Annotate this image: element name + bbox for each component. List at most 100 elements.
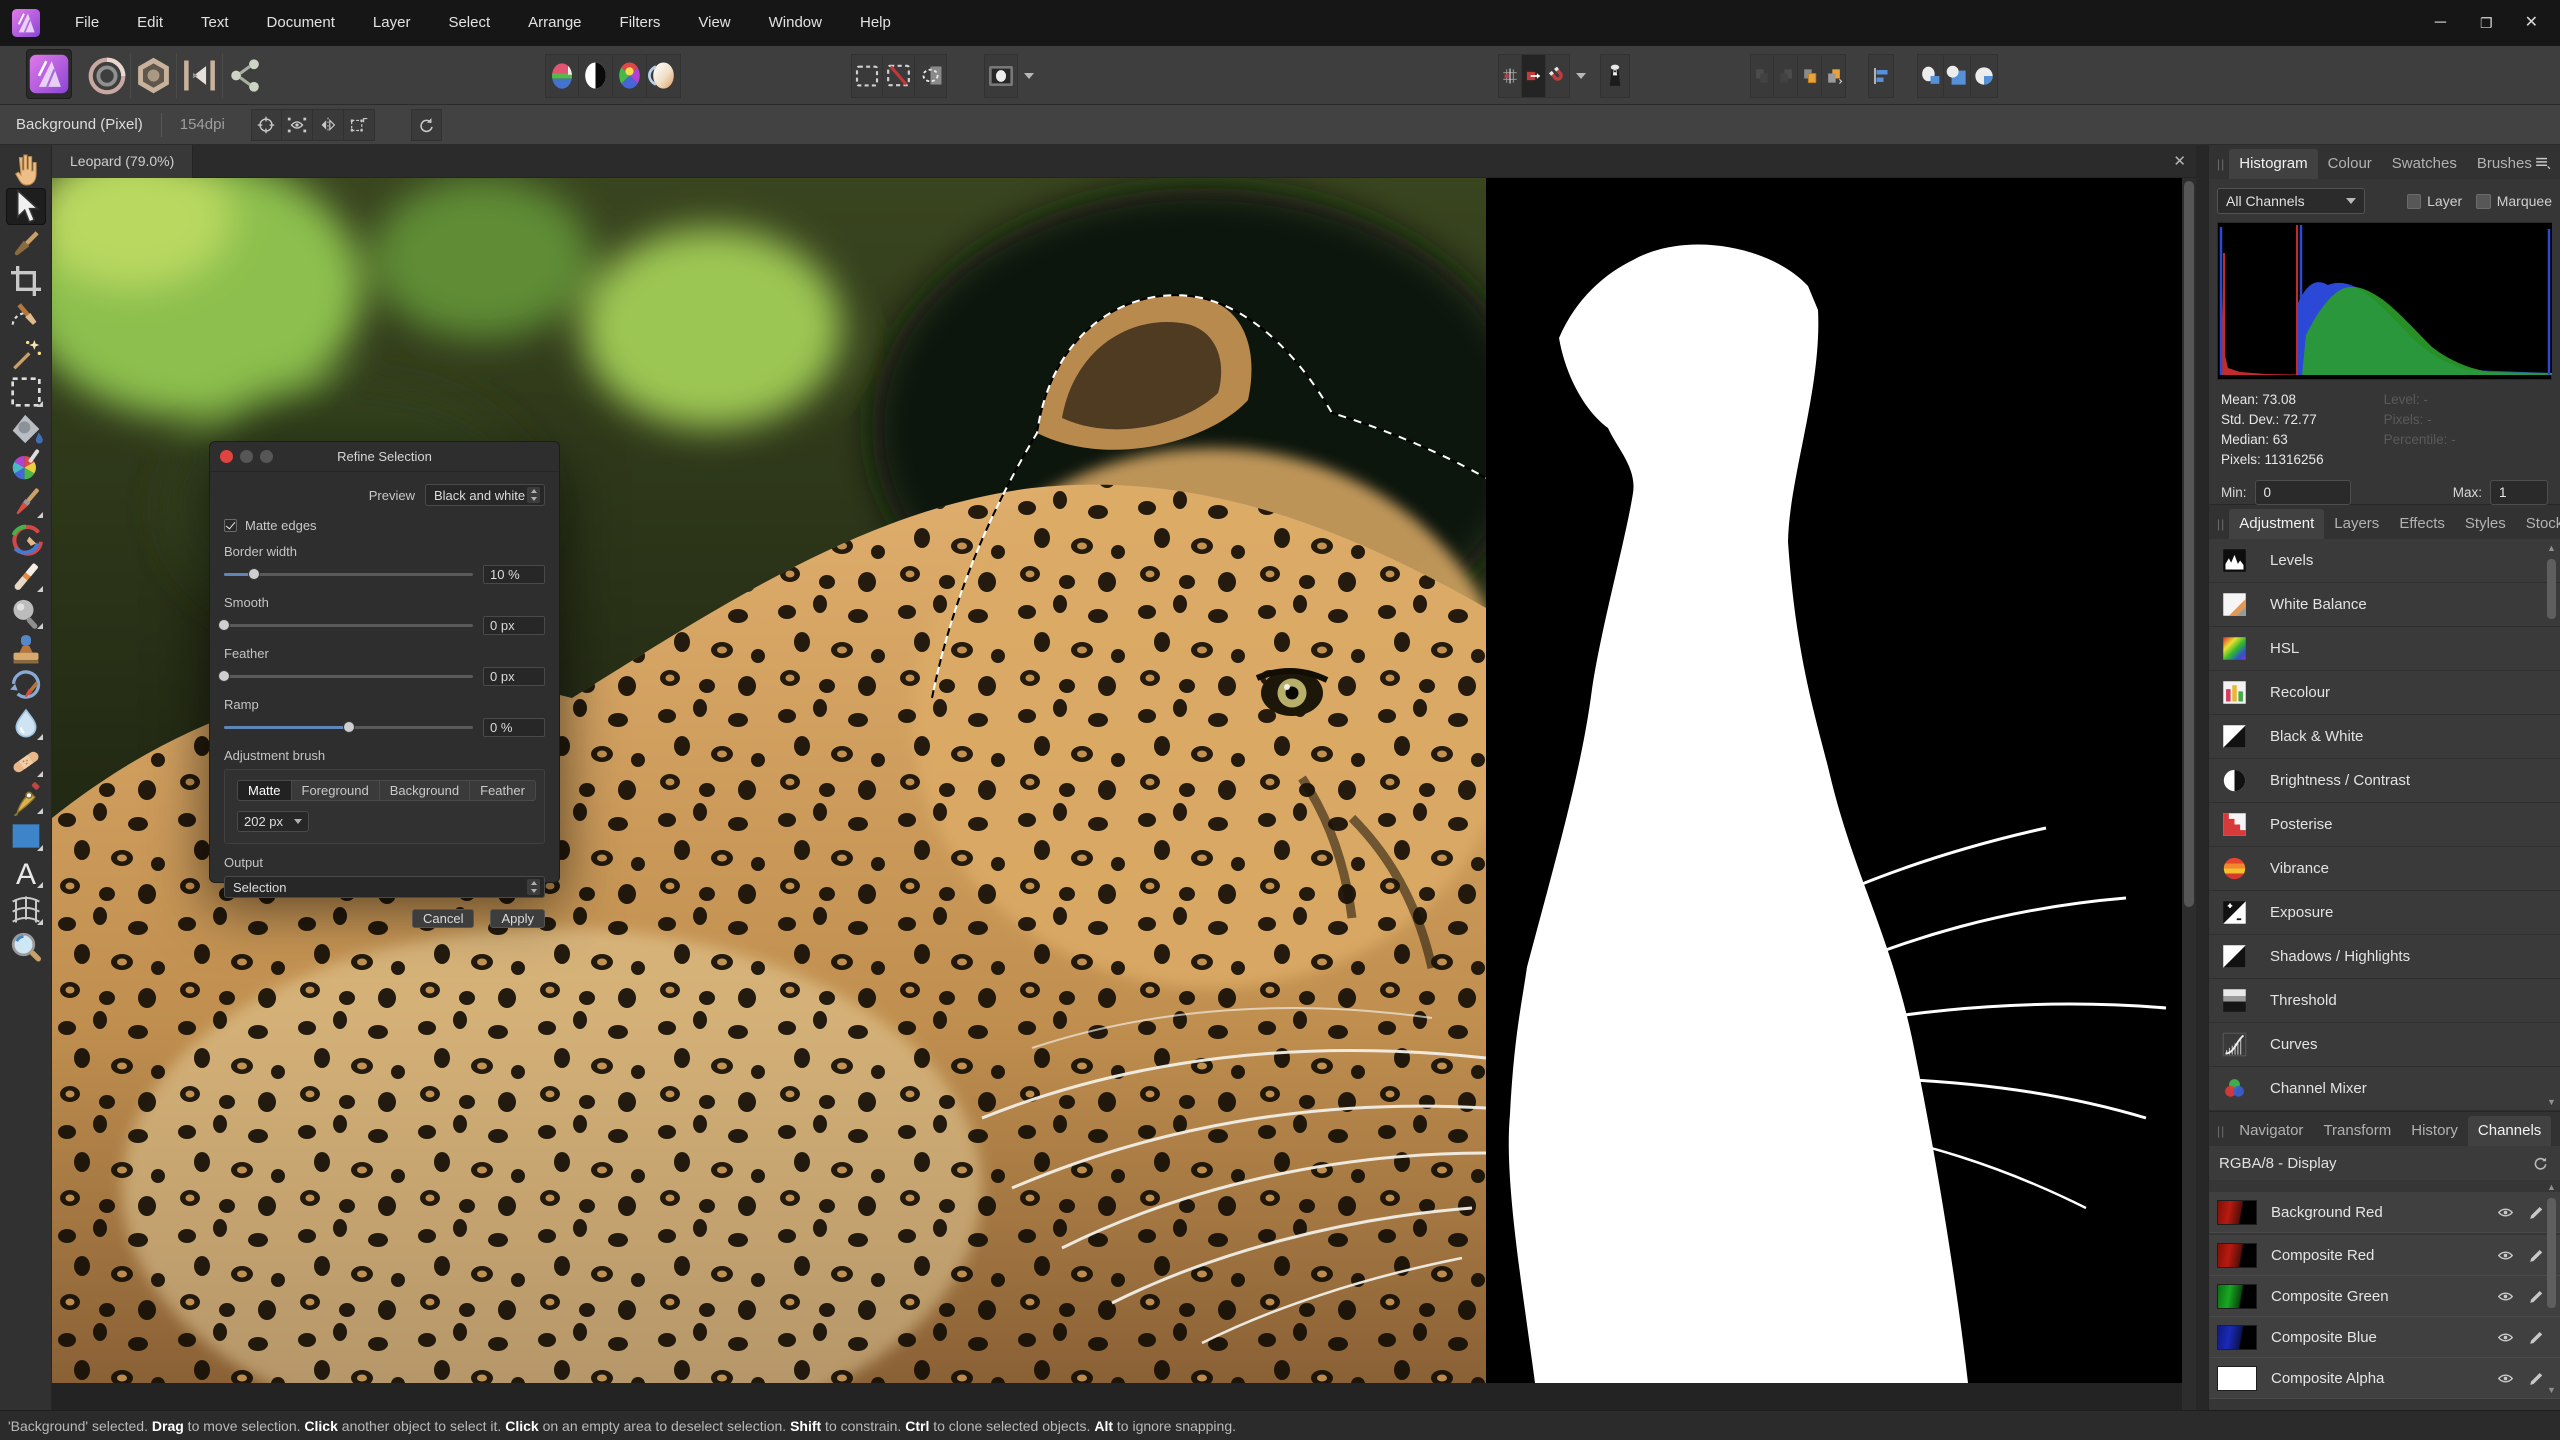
blur-brush-tool[interactable] — [6, 706, 46, 743]
arrange-dim-1-button[interactable] — [1750, 53, 1774, 98]
brush-size-dropdown[interactable]: 202 px — [237, 811, 309, 832]
scroll-up-icon[interactable]: ▲ — [2545, 543, 2558, 553]
eye-icon[interactable] — [2496, 1203, 2515, 1222]
invert-selection-button[interactable] — [915, 53, 947, 98]
brush-mode-background[interactable]: Background — [379, 780, 471, 801]
dialog-zoom-button[interactable] — [260, 450, 273, 463]
channel-row-composite-green[interactable]: Composite Green — [2209, 1276, 2560, 1317]
panel-grip[interactable]: || — [2217, 517, 2225, 531]
adjustment-item-brightness-contrast[interactable]: Brightness / Contrast — [2209, 759, 2560, 803]
flood-fill-tool[interactable] — [6, 410, 46, 447]
scroll-down-icon[interactable]: ▼ — [2545, 1097, 2558, 1107]
canvas-vscrollbar-thumb[interactable] — [2184, 181, 2194, 907]
dialog-minimize-button[interactable] — [240, 450, 253, 463]
auto-contrast-button[interactable] — [579, 53, 613, 98]
panel-grip[interactable]: || — [2217, 157, 2225, 171]
tone-mapping-persona-button[interactable] — [176, 53, 222, 98]
tab-histogram[interactable]: Histogram — [2229, 149, 2318, 179]
menu-filters[interactable]: Filters — [601, 0, 680, 46]
feather-value[interactable]: 0 px — [483, 667, 545, 686]
text-tool[interactable]: A — [6, 854, 46, 891]
chevron-down-icon[interactable] — [1024, 72, 1034, 79]
tab-layers[interactable]: Layers — [2324, 509, 2389, 539]
channel-row-composite-alpha[interactable]: Composite Alpha — [2209, 1358, 2560, 1399]
tab-navigator[interactable]: Navigator — [2229, 1116, 2313, 1146]
minimize-button[interactable]: ─ — [2435, 15, 2446, 31]
colour-replacement-brush-tool[interactable] — [6, 521, 46, 558]
adjustment-item-vibrance[interactable]: Vibrance — [2209, 847, 2560, 891]
app-persona-button[interactable] — [26, 49, 72, 99]
document-tab[interactable]: Leopard (79.0%) — [52, 144, 194, 178]
tab-transform[interactable]: Transform — [2313, 1116, 2401, 1146]
tab-colour[interactable]: Colour — [2318, 149, 2382, 179]
brush-mode-matte[interactable]: Matte — [237, 780, 292, 801]
develop-persona-button[interactable] — [130, 53, 176, 98]
select-all-button[interactable] — [851, 53, 883, 98]
move-tool[interactable] — [5, 187, 46, 225]
max-input[interactable]: 1 — [2490, 480, 2548, 505]
adjustment-item-channel-mixer[interactable]: Channel Mixer — [2209, 1067, 2560, 1111]
pencil-icon[interactable] — [2527, 1328, 2546, 1347]
menu-layer[interactable]: Layer — [354, 0, 430, 46]
adjustment-item-curves[interactable]: Curves — [2209, 1023, 2560, 1067]
marquee-checkbox[interactable] — [2476, 193, 2491, 209]
move-by-whole-pixels-button[interactable] — [1522, 53, 1546, 98]
panel-menu-icon[interactable] — [2532, 152, 2552, 172]
menu-select[interactable]: Select — [429, 0, 509, 46]
marquee-select-tool[interactable] — [6, 373, 46, 410]
snapping-magnet-button[interactable] — [1546, 53, 1570, 98]
eye-icon[interactable] — [2496, 1246, 2515, 1265]
paint-brush-tool[interactable] — [6, 484, 46, 521]
flood-select-tool[interactable] — [6, 336, 46, 373]
pencil-icon[interactable] — [2527, 1246, 2546, 1265]
ramp-value[interactable]: 0 % — [483, 718, 545, 737]
smooth-slider-thumb[interactable] — [218, 619, 230, 631]
erase-brush-tool[interactable] — [6, 558, 46, 595]
alignment-button[interactable] — [1868, 53, 1894, 98]
border-width-value[interactable]: 10 % — [483, 565, 545, 584]
tab-brushes[interactable]: Brushes — [2467, 149, 2542, 179]
feather-slider-thumb[interactable] — [218, 670, 230, 682]
menu-edit[interactable]: Edit — [118, 0, 182, 46]
gradient-tool[interactable] — [6, 447, 46, 484]
scroll-up-icon[interactable]: ▲ — [2545, 1182, 2558, 1192]
menu-file[interactable]: File — [56, 0, 118, 46]
menu-view[interactable]: View — [679, 0, 749, 46]
pencil-icon[interactable] — [2527, 1369, 2546, 1388]
ramp-slider[interactable] — [224, 721, 473, 733]
tab-styles[interactable]: Styles — [2455, 509, 2516, 539]
rotate-button[interactable] — [410, 108, 442, 141]
channels-scrollbar[interactable]: ▲ ▼ — [2545, 1182, 2558, 1395]
channel-selector-dropdown[interactable]: All Channels — [2217, 188, 2365, 214]
pencil-icon[interactable] — [2527, 1287, 2546, 1306]
selection-brush-tool[interactable] — [6, 299, 46, 336]
mask-ellipse-button[interactable] — [1917, 53, 1944, 98]
canvas-mask[interactable] — [1486, 178, 2182, 1383]
tab-effects[interactable]: Effects — [2389, 509, 2455, 539]
adjustment-item-posterise[interactable]: Posterise — [2209, 803, 2560, 847]
panel-grip[interactable]: || — [2217, 1124, 2225, 1138]
menu-help[interactable]: Help — [841, 0, 910, 46]
adjustment-item-white-balance[interactable]: White Balance — [2209, 583, 2560, 627]
canvas-vertical-scrollbar[interactable] — [2182, 178, 2196, 1410]
adjustment-scrollbar-thumb[interactable] — [2547, 559, 2556, 619]
feather-slider[interactable] — [218, 670, 473, 682]
chevron-down-icon[interactable] — [1576, 72, 1586, 79]
quick-mask-button[interactable] — [984, 53, 1018, 98]
ramp-slider-thumb[interactable] — [342, 721, 355, 733]
dialog-title-bar[interactable]: Refine Selection — [210, 442, 559, 472]
adjustment-item-black-white[interactable]: Black & White — [2209, 715, 2560, 759]
border-width-slider[interactable] — [224, 568, 473, 580]
adjustment-item-levels[interactable]: Levels — [2209, 539, 2560, 583]
insert-inside-button[interactable] — [1798, 53, 1822, 98]
min-input[interactable]: 0 — [2254, 480, 2351, 505]
menu-text[interactable]: Text — [182, 0, 248, 46]
border-width-slider-thumb[interactable] — [247, 568, 260, 580]
tab-bar-close-icon[interactable]: ✕ — [2173, 152, 2186, 170]
transform-button[interactable] — [343, 108, 375, 141]
undo-brush-tool[interactable] — [6, 669, 46, 706]
reset-icon[interactable] — [2531, 1154, 2550, 1173]
auto-levels-button[interactable] — [545, 53, 579, 98]
target-button[interactable] — [250, 108, 282, 141]
deselect-button[interactable] — [883, 53, 915, 98]
